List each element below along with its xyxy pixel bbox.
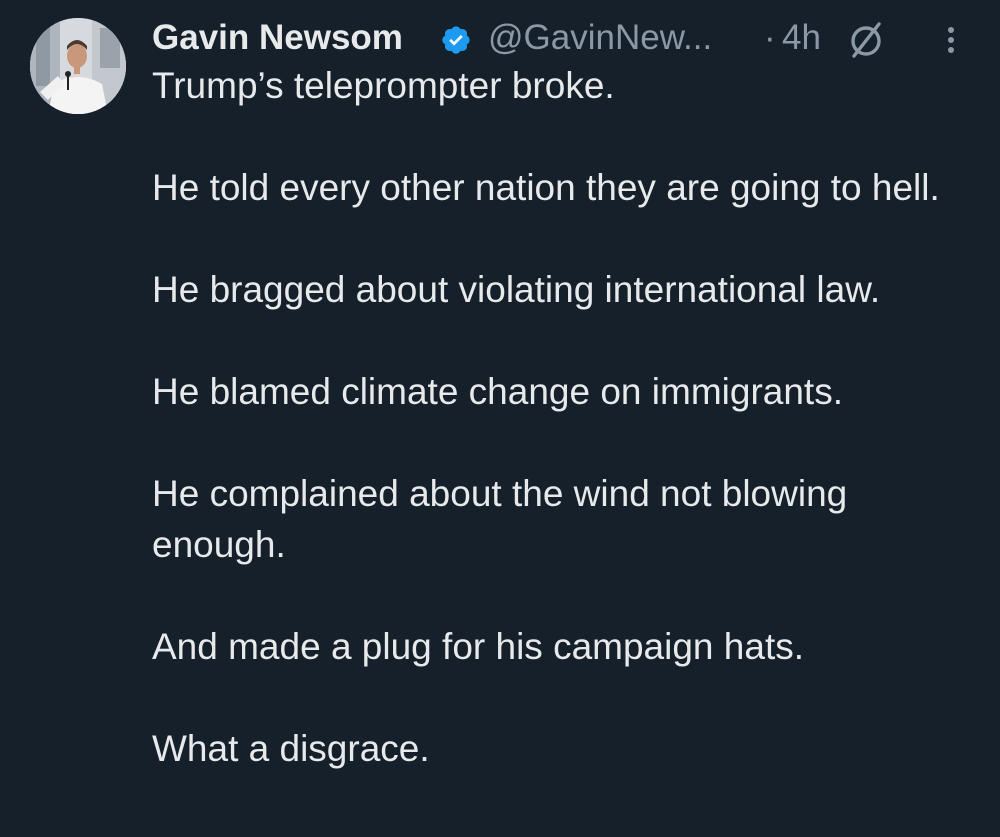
author-display-name[interactable]: Gavin Newsom — [152, 18, 403, 58]
grok-icon[interactable] — [846, 20, 886, 60]
tweet[interactable]: Gavin Newsom @GavinNew... · 4h Trump’s t… — [0, 0, 1000, 837]
tweet-header: Gavin Newsom @GavinNew... · 4h — [152, 10, 982, 62]
author-handle[interactable]: @GavinNew... — [488, 18, 712, 58]
author-avatar[interactable] — [30, 18, 126, 114]
avatar-photo — [30, 18, 126, 114]
tweet-paragraph: He bragged about violating international… — [152, 269, 881, 310]
tweet-text: Trump’s teleprompter broke. He told ever… — [152, 60, 972, 825]
more-options-icon[interactable] — [936, 22, 966, 58]
tweet-paragraph: Trump’s teleprompter broke. — [152, 65, 615, 106]
tweet-paragraph: And made a plug for his campaign hats. — [152, 626, 804, 667]
meta-separator: · — [764, 18, 776, 57]
tweet-paragraph: What a disgrace. — [152, 728, 430, 769]
tweet-paragraph: He complained about the wind not blowing… — [152, 473, 848, 565]
tweet-paragraph: He blamed climate change on immigrants. — [152, 371, 843, 412]
tweet-timestamp[interactable]: 4h — [782, 18, 821, 58]
tweet-paragraph: He told every other nation they are goin… — [152, 167, 940, 208]
verified-badge-icon — [442, 26, 470, 54]
